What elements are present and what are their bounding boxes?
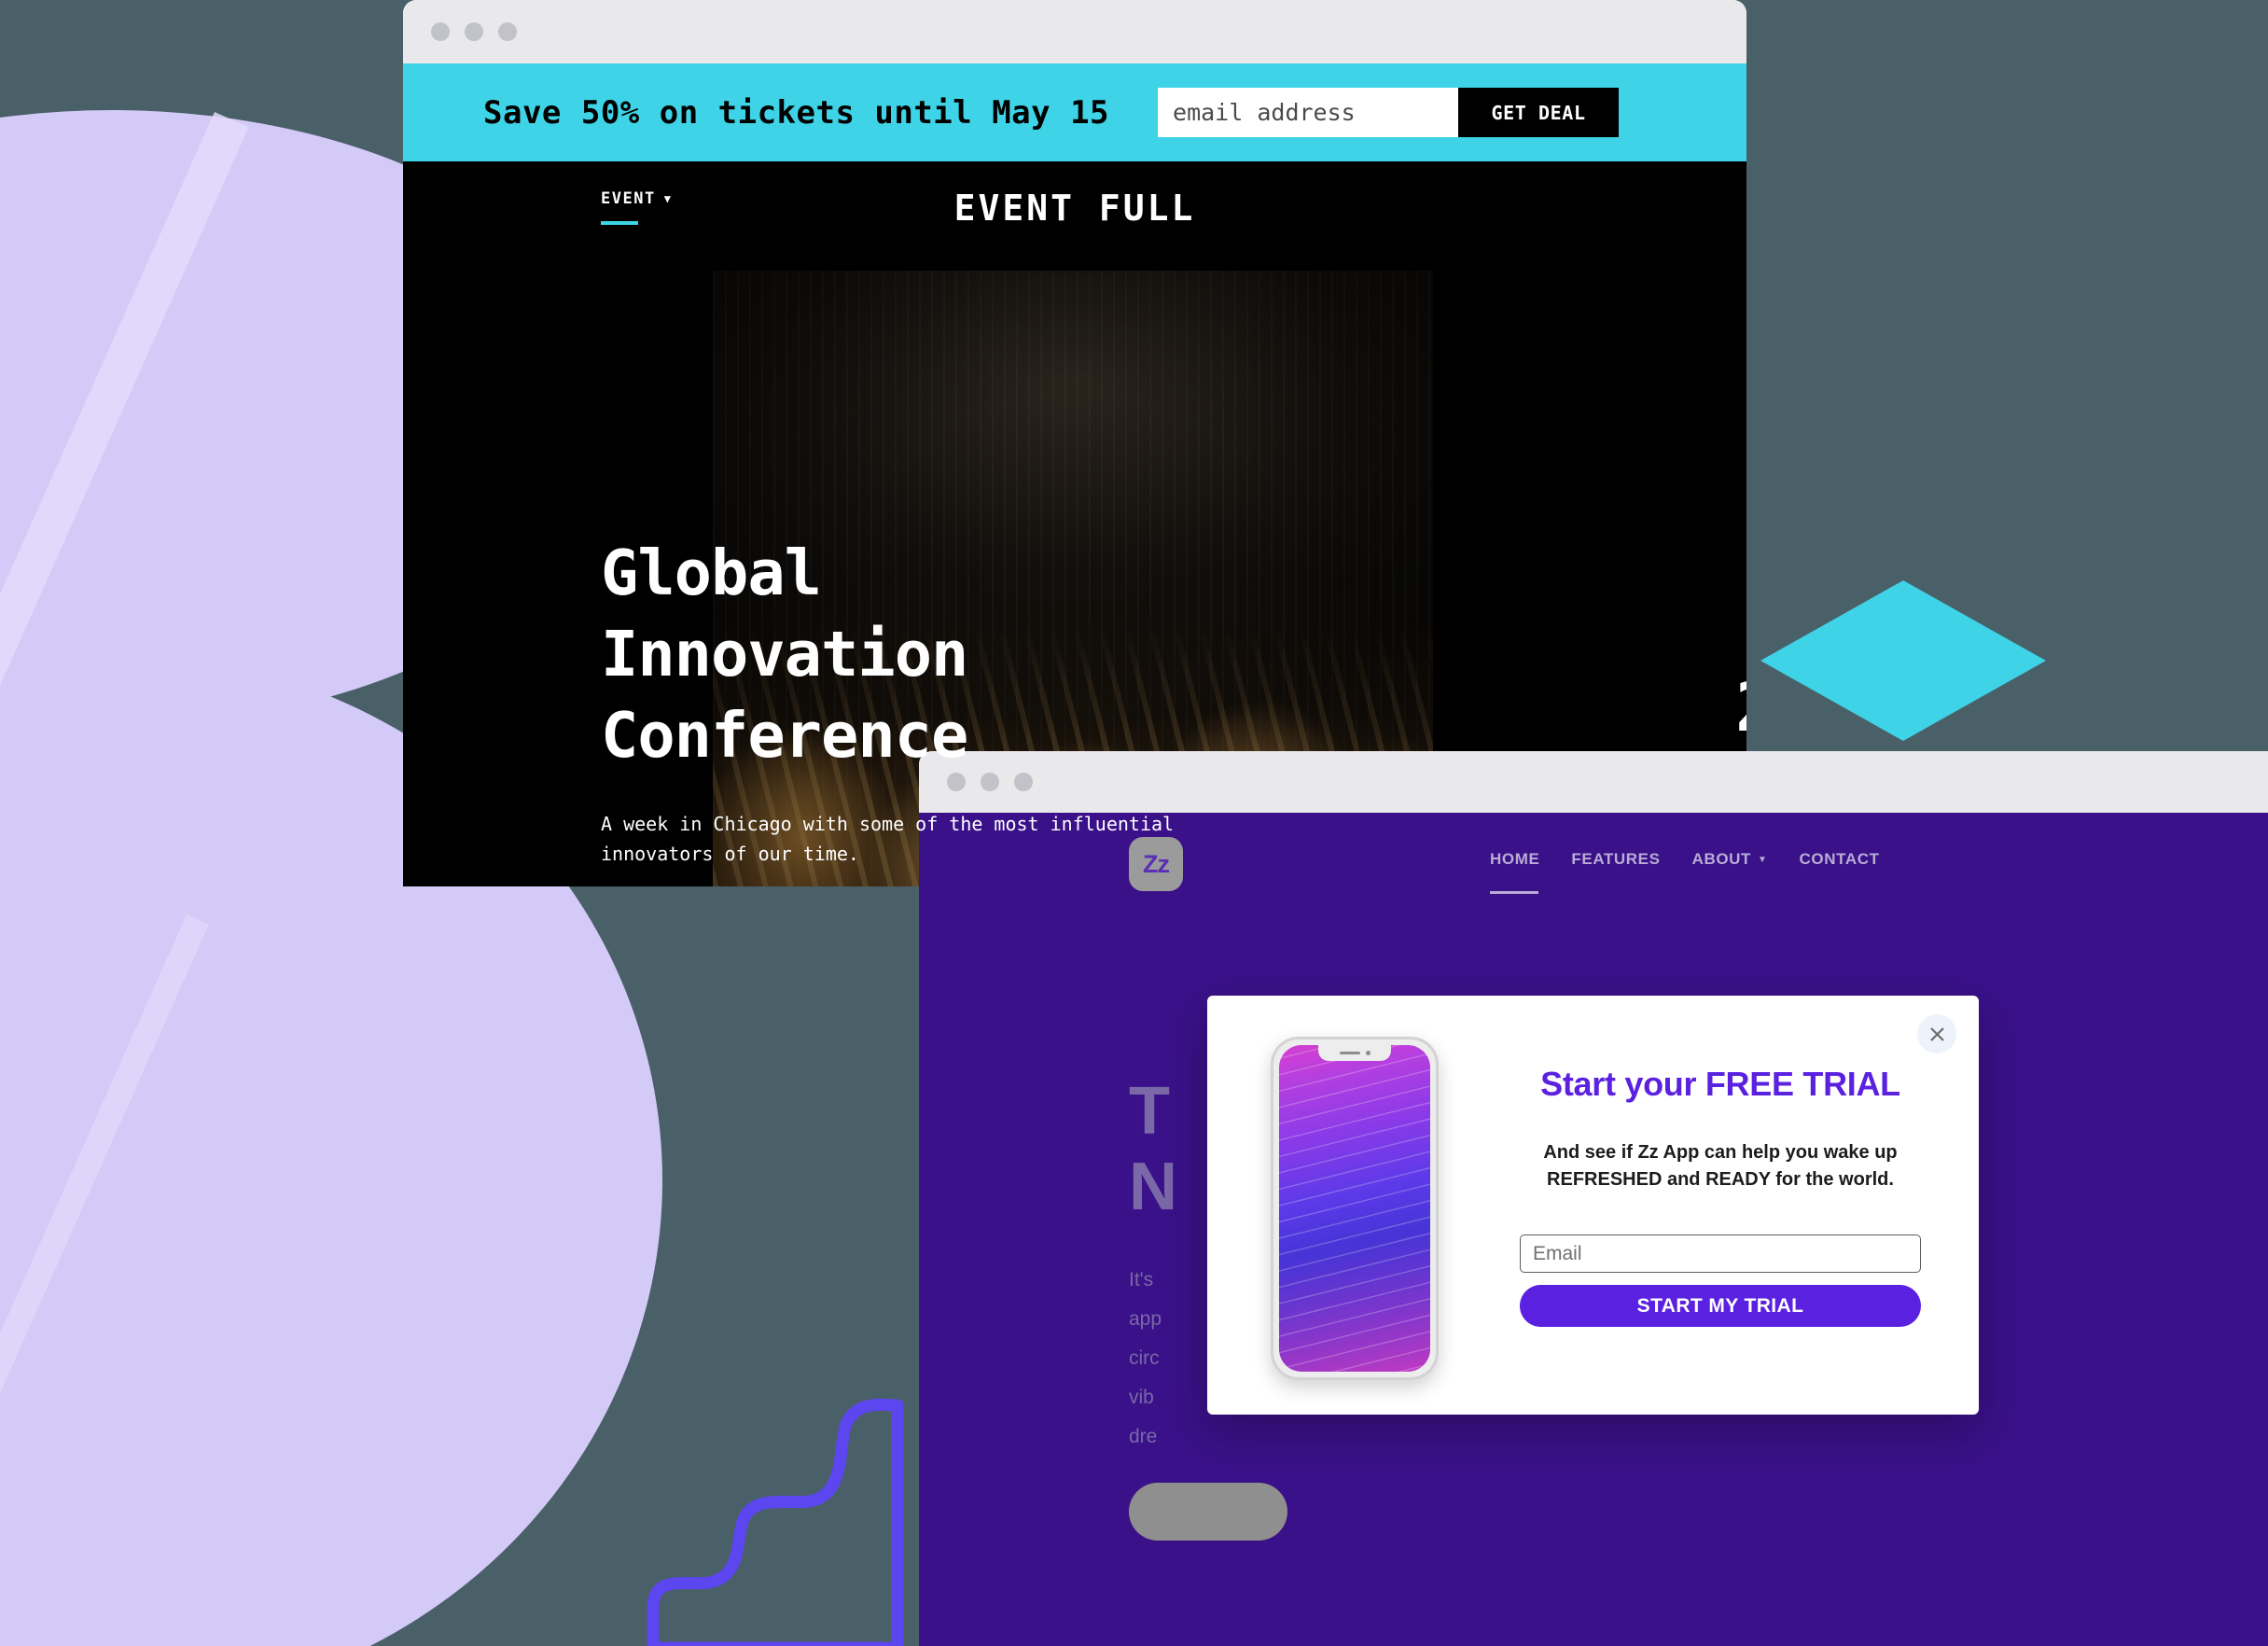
nav-item-event[interactable]: EVENT ▼ bbox=[601, 189, 672, 208]
nav-item-contact-label: CONTACT bbox=[1799, 850, 1880, 868]
window-dot-close[interactable] bbox=[431, 22, 450, 41]
nav-item-features-label: FEATURES bbox=[1571, 850, 1661, 868]
nav-item-event-label: EVENT bbox=[601, 189, 656, 208]
window-dot-maximize[interactable] bbox=[498, 22, 517, 41]
modal-subtitle: And see if Zz App can help you wake up R… bbox=[1543, 1142, 1898, 1190]
chevron-down-icon: ▼ bbox=[1758, 854, 1768, 865]
close-icon[interactable] bbox=[1917, 1014, 1956, 1053]
wavy-stair-shape bbox=[644, 1370, 905, 1646]
get-deal-button[interactable]: GET DEAL bbox=[1458, 88, 1620, 137]
modal-content: Start your FREE TRIAL And see if Zz App … bbox=[1520, 1065, 1921, 1327]
zz-hero-cta-button[interactable] bbox=[1129, 1483, 1287, 1541]
promo-banner: Save 50% on tickets until May 15 GET DEA… bbox=[403, 63, 1746, 161]
free-trial-modal: Start your FREE TRIAL And see if Zz App … bbox=[1207, 996, 1979, 1415]
nav-item-contact[interactable]: CONTACT bbox=[1800, 850, 1880, 869]
zz-page-title: T N bbox=[1129, 1074, 1177, 1224]
promo-email-input[interactable] bbox=[1158, 88, 1459, 137]
phone-mockup bbox=[1271, 1037, 1439, 1380]
event-details-block: August 20-26 Chicago Center bbox=[1653, 600, 1746, 879]
event-venue: Chicago Center bbox=[1653, 797, 1746, 879]
nav-active-underline bbox=[1490, 891, 1538, 894]
cyan-diamond-shape bbox=[1760, 580, 2046, 741]
nav-item-features[interactable]: FEATURES bbox=[1571, 850, 1660, 869]
phone-notch bbox=[1318, 1045, 1391, 1061]
phone-camera-icon bbox=[1365, 1051, 1371, 1055]
phone-speaker-icon bbox=[1339, 1052, 1360, 1054]
nav-item-home-label: HOME bbox=[1490, 850, 1540, 868]
modal-email-input[interactable] bbox=[1520, 1234, 1921, 1273]
event-month: August bbox=[1653, 600, 1746, 646]
event-dates: 20-26 bbox=[1653, 668, 1746, 746]
modal-title: Start your FREE TRIAL bbox=[1540, 1065, 1900, 1103]
promo-banner-text: Save 50% on tickets until May 15 bbox=[483, 93, 1110, 132]
event-navigation: EVENT ▼ EVENT FULL GET YOUR TICKET bbox=[403, 161, 1746, 253]
hero-subtitle: A week in Chicago with some of the most … bbox=[601, 813, 1175, 865]
page-title: Global Innovation Conference bbox=[601, 537, 968, 773]
browser-chrome-event bbox=[403, 0, 1746, 63]
phone-wallpaper-waves bbox=[1279, 1045, 1430, 1372]
event-logo[interactable]: EVENT FULL bbox=[954, 188, 1196, 229]
nav-item-home[interactable]: HOME bbox=[1490, 850, 1539, 869]
promo-signup-form: GET DEAL bbox=[1158, 88, 1620, 137]
window-dot-minimize[interactable] bbox=[465, 22, 483, 41]
nav-active-underline bbox=[601, 221, 638, 225]
phone-screen bbox=[1279, 1045, 1430, 1372]
hero-copy-block: Global Innovation Conference A week in C… bbox=[601, 533, 1174, 869]
start-my-trial-button[interactable]: START MY TRIAL bbox=[1520, 1285, 1921, 1327]
chevron-down-icon: ▼ bbox=[663, 192, 673, 205]
